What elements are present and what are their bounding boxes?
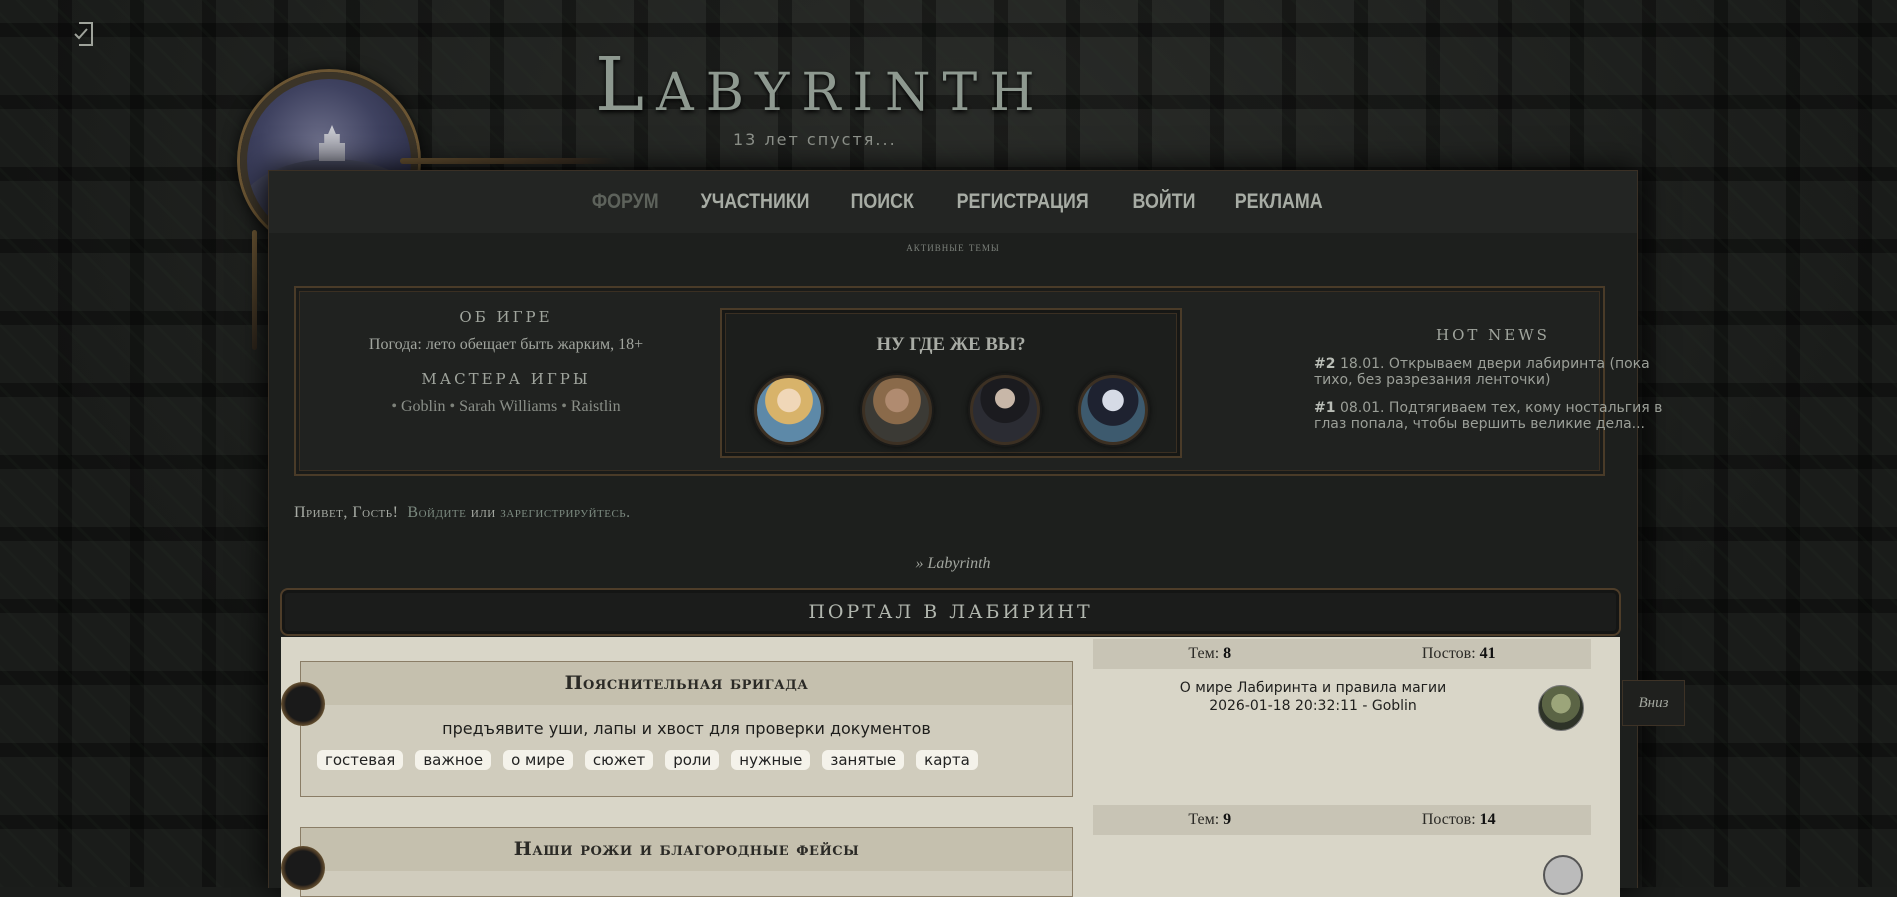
site-title[interactable]: Labyrinth <box>595 42 1047 128</box>
login-icon[interactable] <box>70 20 96 48</box>
news-item: #2 18.01. Открываем двери лабиринта (пок… <box>1314 356 1650 388</box>
nav-members[interactable]: УЧАСТНИКИ <box>700 190 809 214</box>
forum-description: предъявите уши, лапы и хвост для проверк… <box>442 719 931 738</box>
last-post: О мире Лабиринта и правила магии 2026-01… <box>1093 679 1533 715</box>
ornament-knob-icon <box>281 682 325 726</box>
ornament-decoration <box>400 158 615 164</box>
masters-title: МАСТЕРА ИГРЫ <box>421 370 591 388</box>
ornament-decoration <box>252 230 257 350</box>
nav-forum[interactable]: ФОРУМ <box>592 190 659 214</box>
subforum-tag[interactable]: нужные <box>731 750 811 770</box>
forum-tags: гостевая важное о мире сюжет роли нужные… <box>317 750 1072 770</box>
login-link[interactable]: Войдите <box>407 504 466 521</box>
breadcrumb[interactable]: » Labyrinth <box>269 555 1637 573</box>
forum-stats: Тем: 9 Постов: 14 <box>1093 805 1591 835</box>
master-link[interactable]: Sarah Williams <box>459 398 557 415</box>
site-subtitle: 13 лет спустя... <box>733 130 897 149</box>
masters-list: • Goblin • Sarah Williams • Raistlin <box>391 398 621 415</box>
last-post-topic[interactable]: О мире Лабиринта и правила магии <box>1093 679 1533 697</box>
main-nav: ФОРУМ УЧАСТНИКИ ПОИСК РЕГИСТРАЦИЯ ВОЙТИ … <box>269 171 1637 233</box>
main-container: ФОРУМ УЧАСТНИКИ ПОИСК РЕГИСТРАЦИЯ ВОЙТИ … <box>268 170 1662 897</box>
subforum-tag[interactable]: роли <box>665 750 720 770</box>
castle-icon <box>319 125 345 161</box>
subforum-tag[interactable]: занятые <box>822 750 905 770</box>
subforum-tag[interactable]: гостевая <box>317 750 404 770</box>
master-link[interactable]: Raistlin <box>571 398 621 415</box>
forum-stats: Тем: 8 Постов: 41 <box>1093 639 1591 669</box>
scroll-down-button[interactable]: Вниз <box>1622 680 1685 726</box>
weather-text: Погода: лето обещает быть жарким, 18+ <box>368 336 644 353</box>
avatar[interactable] <box>1543 855 1583 895</box>
news-title: HOT NEWS <box>1436 326 1550 344</box>
subforum-tag[interactable]: сюжет <box>584 750 654 770</box>
nav-login[interactable]: ВОЙТИ <box>1132 190 1195 214</box>
wanted-avatar[interactable] <box>1078 374 1148 445</box>
nav-search[interactable]: ПОИСК <box>850 190 913 214</box>
register-link[interactable]: зарегистрируйтесь. <box>500 504 630 521</box>
forum-title[interactable]: Наши рожи и благородные фейсы <box>301 828 1072 871</box>
forum-title[interactable]: Пояснительная бригада <box>301 662 1072 705</box>
info-panel: ОБ ИГРЕ Погода: лето обещает быть жарким… <box>294 286 1662 476</box>
subforum-tag[interactable]: о мире <box>503 750 573 770</box>
master-link[interactable]: Goblin <box>401 398 445 415</box>
forum-row: Пояснительная бригада предъявите уши, ла… <box>281 661 1073 797</box>
subforum-tag[interactable]: карта <box>916 750 978 770</box>
wanted-avatars <box>722 374 1180 445</box>
nav-ads[interactable]: РЕКЛАМА <box>1234 190 1322 214</box>
category-header[interactable]: ПОРТАЛ В ЛАБИРИНТ <box>280 588 1621 636</box>
about-section: ОБ ИГРЕ Погода: лето обещает быть жарким… <box>321 288 691 416</box>
guest-greeting: Привет, Гость! Войдите или зарегистрируй… <box>294 504 631 521</box>
news-item: #1 08.01. Подтягиваем тех, кому ностальг… <box>1314 400 1663 432</box>
wanted-avatar[interactable] <box>970 374 1040 445</box>
wanted-section: НУ ГДЕ ЖЕ ВЫ? <box>720 308 1182 458</box>
nav-register[interactable]: РЕГИСТРАЦИЯ <box>957 190 1089 214</box>
last-post-meta: 2026-01-18 20:32:11 - Goblin <box>1209 698 1417 714</box>
wanted-title: НУ ГДЕ ЖЕ ВЫ? <box>876 334 1026 355</box>
subforum-tag[interactable]: важное <box>415 750 492 770</box>
active-topics-link[interactable]: активные темы <box>269 239 1637 255</box>
avatar[interactable] <box>1538 685 1584 731</box>
news-section: HOT NEWS #2 18.01. Открываем двери лабир… <box>1314 288 1672 432</box>
about-title: ОБ ИГРЕ <box>459 308 553 326</box>
ornament-knob-icon <box>281 846 325 890</box>
forum-list: Пояснительная бригада предъявите уши, ла… <box>281 637 1620 897</box>
wanted-avatar[interactable] <box>862 374 932 445</box>
wanted-avatar[interactable] <box>754 374 824 445</box>
